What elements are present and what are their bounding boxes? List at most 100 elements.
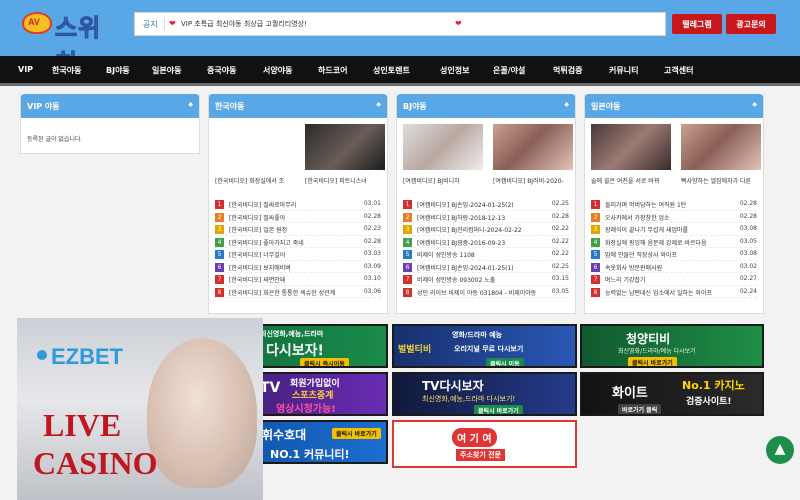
panel-header[interactable]: 일본야동 ◆ <box>585 94 763 118</box>
post-title[interactable]: 화장실에 핑잉해 음문제 강제로 바르다음 <box>605 238 733 247</box>
ezbet-ad[interactable]: EZBET LIVE CASINO <box>17 318 263 500</box>
more-icon[interactable]: ◆ <box>188 101 193 108</box>
list-item[interactable]: 6 [여캠비디오] BJ손밍-2024-01-25(1) 02.25 <box>403 261 569 273</box>
nav-item-western[interactable]: 서양야동 <box>263 65 292 76</box>
list-item[interactable]: 1 들러거며 먹버당하는 여직원 1탄 02.28 <box>591 198 757 211</box>
banner-cta: 클릭시 즉시이동 <box>300 358 349 366</box>
nav-item-story[interactable]: 은꼴/야설 <box>493 65 525 76</box>
video-thumbnail[interactable] <box>493 124 573 170</box>
list-item[interactable]: 3 [여캠비디오] BJ진리컴퍼니-2024-02-22 02.22 <box>403 223 569 236</box>
post-date: 02.22 <box>551 250 569 257</box>
nav-item-support[interactable]: 고객센터 <box>664 65 693 76</box>
post-title[interactable]: [여캠비디오] BJ손밍-2024-01-25(2) <box>417 200 545 209</box>
scroll-top-button[interactable]: ▲ <box>766 436 794 464</box>
post-title[interactable]: 비제이 성인방송 093002 노출 <box>417 275 545 284</box>
list-item[interactable]: 5 비제이 성인방송 1108 02.22 <box>403 248 569 261</box>
list-item[interactable]: 3 [한국비디오] 일본 원정 02.23 <box>215 223 381 236</box>
post-title[interactable]: [여캠비디오] BJ손밍-2024-01-25(1) <box>417 263 545 272</box>
post-title[interactable]: [한국비디오] 화끈한 통통한 섹슈한 성관계 <box>229 288 357 297</box>
list-item[interactable]: 4 [여캠비디오] BJ광충-2016-09-23 02.22 <box>403 236 569 248</box>
nav-item-community[interactable]: 커뮤니티 <box>609 65 638 76</box>
telegram-button[interactable]: 텔레그램 <box>672 14 722 34</box>
post-date: 02.25 <box>551 262 569 270</box>
list-item[interactable]: 2 [한국비디오] 질싸좋아 02.28 <box>215 211 381 223</box>
video-thumbnail[interactable] <box>215 124 295 170</box>
site-logo[interactable]: AV 스위치 <box>22 10 120 78</box>
thumbnail-caption[interactable]: [한국비디오] 피트니스녀 <box>305 176 391 185</box>
banner-tv-replay-2[interactable]: TV다시보자 최신영화,예능,드라마 다시보기! 클릭시 바로가기 <box>392 372 577 416</box>
post-date: 03.15 <box>551 275 569 282</box>
nav-item-torrent[interactable]: 성인토렌트 <box>373 65 410 76</box>
banner-logo: 벌벌티비 <box>398 345 432 355</box>
nav-item-korean[interactable]: 한국야동 <box>52 65 81 76</box>
post-title[interactable]: [한국비디오] 너무길어 <box>229 250 357 259</box>
list-item[interactable]: 1 [여캠비디오] BJ손밍-2024-01-25(2) 02.25 <box>403 198 569 211</box>
post-title[interactable]: [한국비디오] 보지에비벼 <box>229 263 357 272</box>
post-title[interactable]: [한국비디오] 싸면안돼 <box>229 275 357 284</box>
list-item[interactable]: 2 오사카에서 가장창한 업소 02.28 <box>591 211 757 223</box>
nav-item-verify[interactable]: 먹튀검증 <box>553 65 582 76</box>
more-icon[interactable]: ◆ <box>564 101 569 108</box>
post-title[interactable]: 맘에 안들던 직장상사 와이프 <box>605 250 733 259</box>
notice-bar[interactable]: 공지 ❤ VIP 초특급 최신야동 최상급 고퀄리티영상! ❤ <box>134 12 666 36</box>
post-title[interactable]: [여캠비디오] BJ광충-2016-09-23 <box>417 238 545 247</box>
post-title[interactable]: 장례식이 끝나기 무섭게 새엄마를 <box>605 225 733 234</box>
post-title[interactable]: [여캠비디오] BJ하랑-2018-12-13 <box>417 213 545 222</box>
post-title[interactable]: 속옷회사 방문판매사원 <box>605 263 733 272</box>
notice-text[interactable]: VIP 초특급 최신야동 최상급 고퀄리티영상! <box>181 19 307 29</box>
banner-cheongyang-tv[interactable]: 청양티비 최신영화/드라마/예능 다시보기 클릭시 바로가기 <box>580 324 764 368</box>
list-item[interactable]: 8 성인 라이브 비제이 야동 031804 - 비제이야동 03.05 <box>403 286 569 298</box>
list-item[interactable]: 5 맘에 안들던 직장상사 와이프 03.08 <box>591 248 757 261</box>
banner-yeogiyeo[interactable]: 여 기 여 주소찾기 전문 <box>392 420 577 468</box>
more-icon[interactable]: ◆ <box>752 101 757 108</box>
banner-white-casino[interactable]: 화이트 No.1 카지노 검증사이트! 바로가기 클릭 <box>580 372 764 416</box>
more-icon[interactable]: ◆ <box>376 101 381 108</box>
panel-header[interactable]: VIP 야동 ◆ <box>21 94 199 118</box>
list-item[interactable]: 6 속옷회사 방문판매사원 03.02 <box>591 261 757 273</box>
nav-item-vip[interactable]: VIP <box>18 65 33 74</box>
list-item[interactable]: 1 [한국비디오] 질싸로마무리 03.01 <box>215 198 381 211</box>
list-item[interactable]: 5 [한국비디오] 너무길어 03.03 <box>215 248 381 261</box>
list-item[interactable]: 3 장례식이 끝나기 무섭게 새엄마를 03.08 <box>591 223 757 236</box>
list-item[interactable]: 4 [한국비디오] 좋아가지고 죽네 02.28 <box>215 236 381 248</box>
nav-item-china[interactable]: 중국야동 <box>207 65 236 76</box>
post-title[interactable]: [한국비디오] 질싸로마무리 <box>229 200 357 209</box>
post-title[interactable]: 성인 라이브 비제이 야동 031804 - 비제이야동 <box>417 288 545 297</box>
thumbnail-caption[interactable]: [여캠비디오] BJ비니하 <box>403 176 489 185</box>
list-item[interactable]: 7 며느리 기강잡기 02.27 <box>591 273 757 286</box>
list-item[interactable]: 8 능력없는 남편대신 업소에서 일하는 와이프 02.24 <box>591 286 757 298</box>
thumbnail-caption[interactable]: 술에 꼴은 여친을 서로 바뀌 <box>591 176 677 185</box>
list-item[interactable]: 6 [한국비디오] 보지에비벼 03.09 <box>215 261 381 273</box>
list-item[interactable]: 4 화장실에 핑잉해 음문제 강제로 바르다음 03.05 <box>591 236 757 248</box>
ad-inquiry-button[interactable]: 광고문의 <box>726 14 776 34</box>
nav-item-hardcore[interactable]: 하드코어 <box>318 65 347 76</box>
rank-number: 2 <box>215 212 224 222</box>
list-item[interactable]: 8 [한국비디오] 화끈한 통통한 섹슈한 성관계 03.06 <box>215 286 381 298</box>
post-date: 03.08 <box>739 250 757 257</box>
panel-header[interactable]: 한국야동 ◆ <box>209 94 387 118</box>
post-title[interactable]: 오사카에서 가장창한 업소 <box>605 213 733 222</box>
video-thumbnail[interactable] <box>403 124 483 170</box>
banner-beolbeol-tv[interactable]: 영화/드라마 예능 오리지널 무료 다시보기 벌벌티비 클릭시 이동 <box>392 324 577 368</box>
post-title[interactable]: [한국비디오] 일본 원정 <box>229 225 357 234</box>
post-title[interactable]: 며느리 기강잡기 <box>605 275 733 284</box>
video-thumbnail[interactable] <box>305 124 385 170</box>
post-title[interactable]: 들러거며 먹버당하는 여직원 1탄 <box>605 200 733 209</box>
thumbnail-caption[interactable]: [한국비디오] 화장실에서 조 <box>215 176 301 185</box>
post-title[interactable]: [한국비디오] 질싸좋아 <box>229 213 357 222</box>
video-thumbnail[interactable] <box>681 124 761 170</box>
thumbnail-caption[interactable]: [여캠비디오] BJ러비-2020- <box>493 176 579 185</box>
post-title[interactable]: 비제이 성인방송 1108 <box>417 250 545 259</box>
post-title[interactable]: [여캠비디오] BJ진리컴퍼니-2024-02-22 <box>417 225 545 234</box>
nav-item-info[interactable]: 성인정보 <box>440 65 469 76</box>
video-thumbnail[interactable] <box>591 124 671 170</box>
list-item[interactable]: 2 [여캠비디오] BJ하랑-2018-12-13 02.28 <box>403 211 569 223</box>
panel-header[interactable]: BJ야동 ◆ <box>397 94 575 118</box>
nav-item-japan[interactable]: 일본야동 <box>152 65 181 76</box>
thumbnail-caption[interactable]: 빡사향하는 엘짐에자가 다른 <box>681 176 767 185</box>
list-item[interactable]: 7 [한국비디오] 싸면안돼 03.10 <box>215 273 381 286</box>
post-title[interactable]: [한국비디오] 좋아가지고 죽네 <box>229 238 357 247</box>
list-item[interactable]: 7 비제이 성인방송 093002 노출 03.15 <box>403 273 569 286</box>
nav-item-bj[interactable]: BJ야동 <box>106 65 130 76</box>
post-title[interactable]: 능력없는 남편대신 업소에서 일하는 와이프 <box>605 288 733 297</box>
